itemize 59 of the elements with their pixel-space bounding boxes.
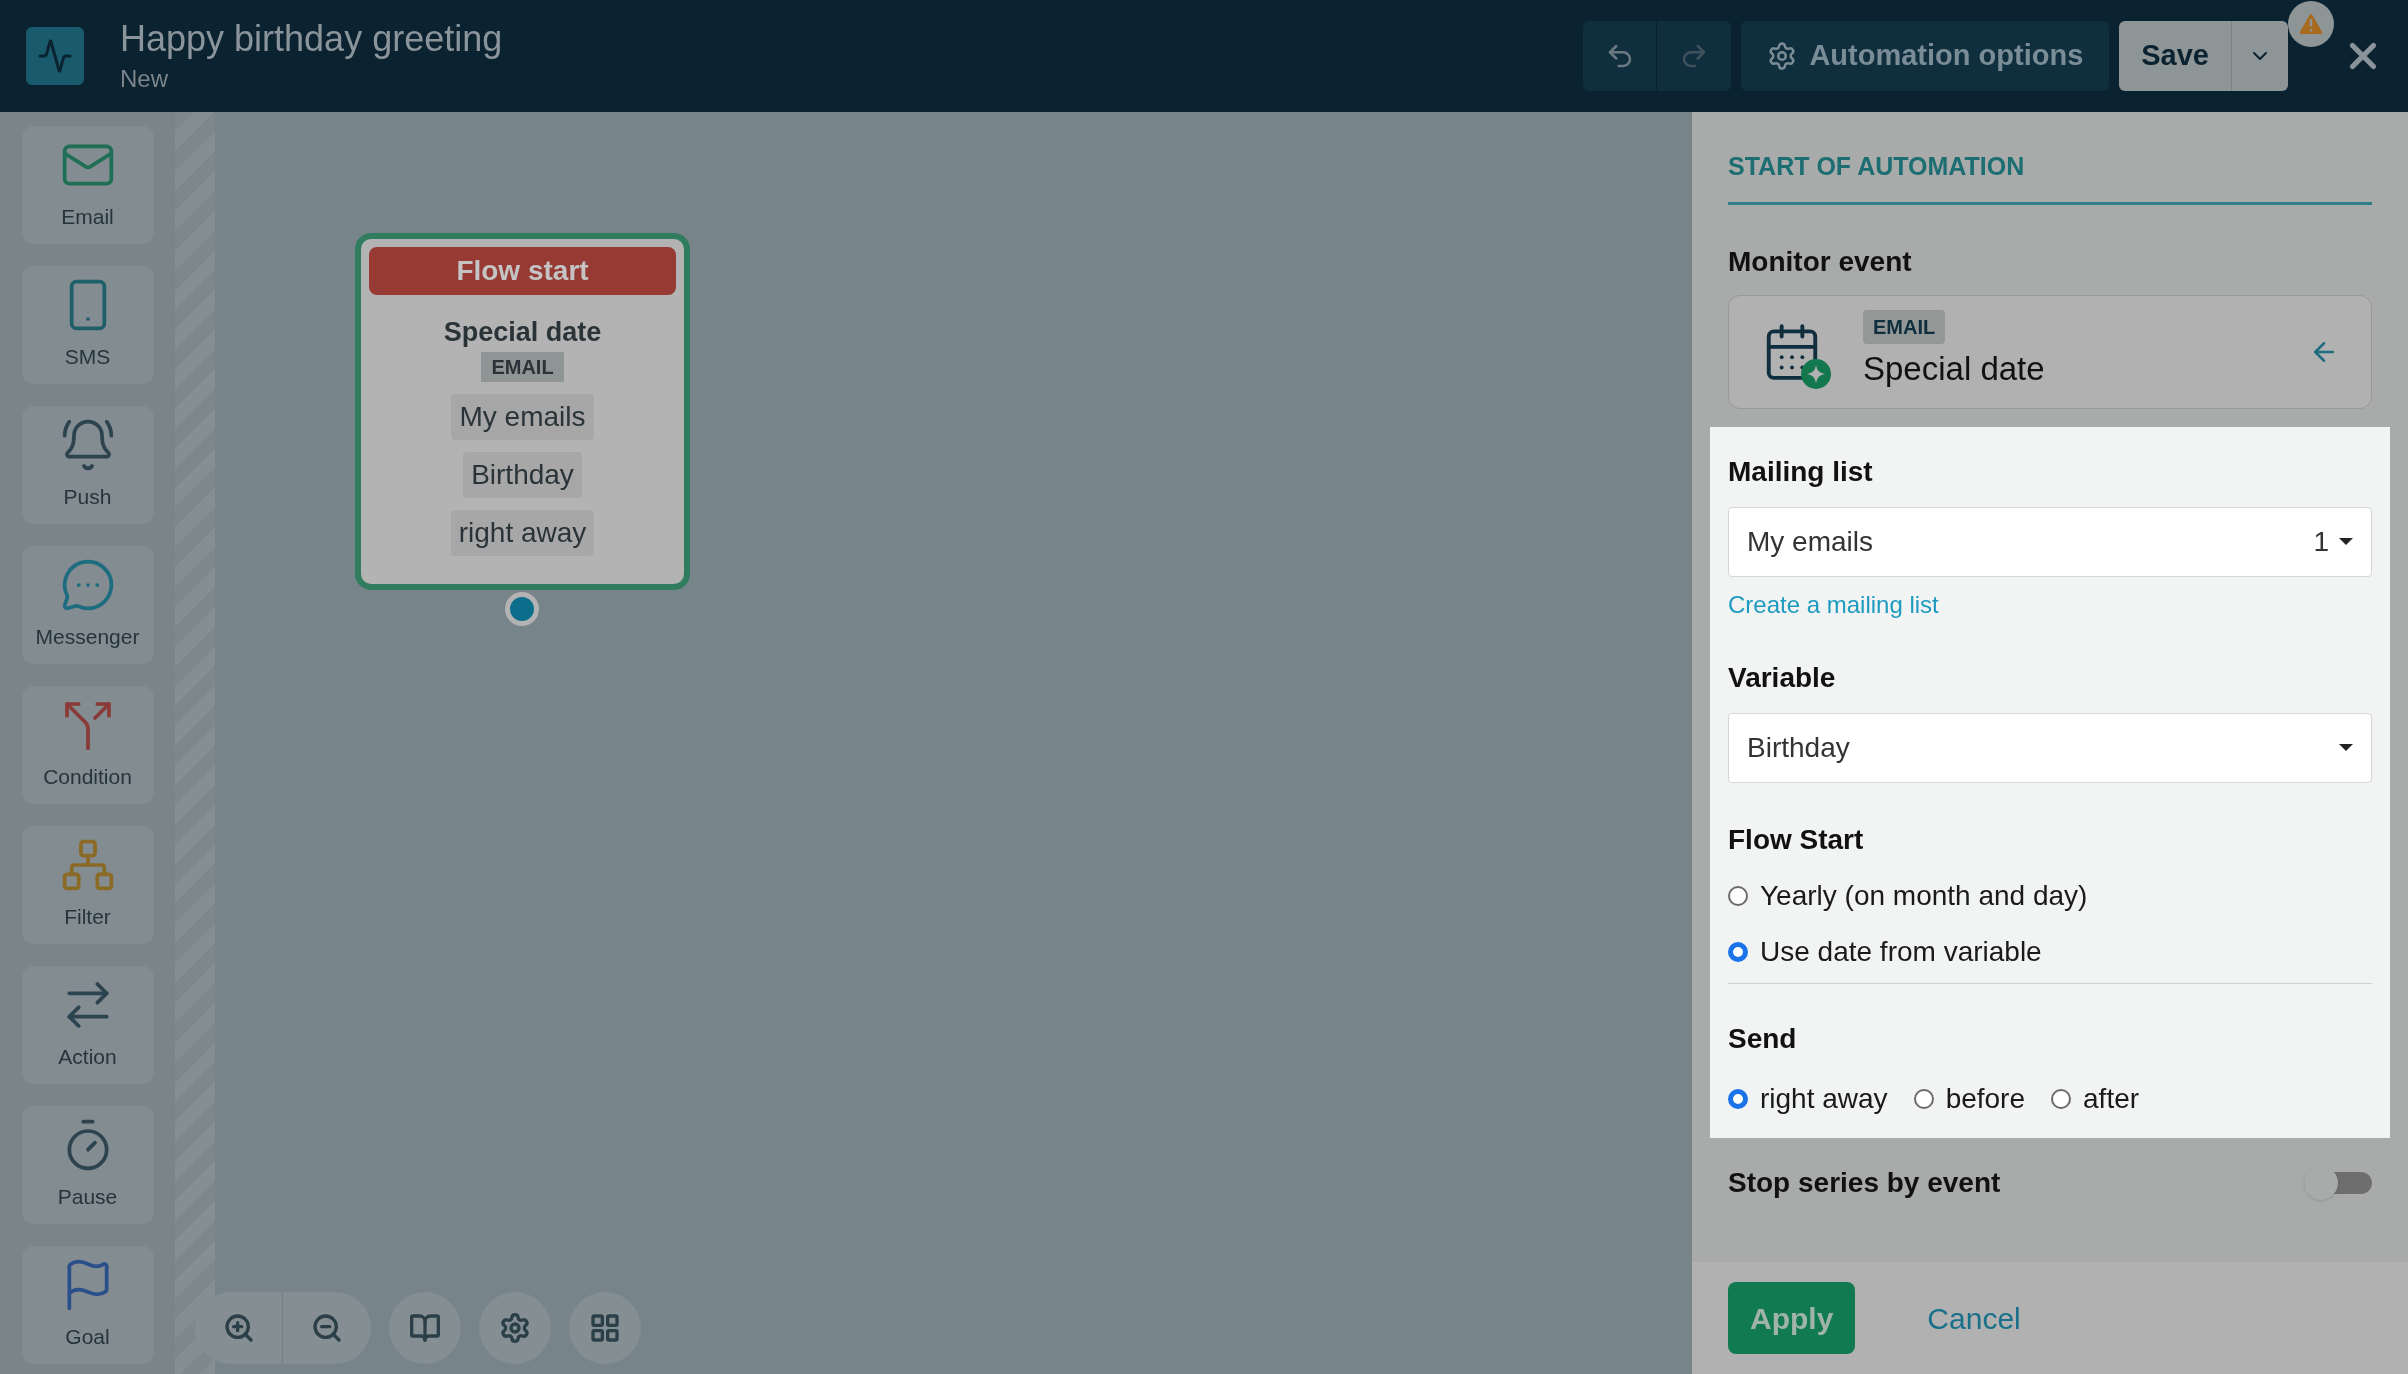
node-parameter: My emails — [451, 394, 594, 440]
window-title: Happy birthday greeting — [120, 16, 503, 61]
radio-button[interactable] — [1728, 941, 1748, 962]
palette-item[interactable]: Pause — [21, 1106, 154, 1224]
sparkle-badge-icon — [1801, 358, 1831, 389]
palette-item[interactable]: SMS — [21, 266, 154, 384]
radio-label: Yearly (on month and day) — [1760, 878, 2088, 913]
cancel-button[interactable]: Cancel — [1927, 1295, 2021, 1341]
radio-option[interactable]: right away — [1728, 1077, 1888, 1120]
mailing-list-dropdown[interactable]: My emails 1 — [1728, 506, 2372, 577]
logo-icon — [26, 27, 84, 85]
field-label: Mailing list — [1728, 454, 1874, 489]
event-card[interactable]: EMAIL Special date — [1728, 294, 2372, 409]
palette-item[interactable]: Filter — [21, 826, 154, 944]
palette-item[interactable]: Action — [21, 966, 154, 1084]
gear-icon — [1767, 41, 1798, 71]
radio-label: right away — [1760, 1081, 1888, 1116]
field-label: Stop series by event — [1728, 1165, 2001, 1200]
radio-option[interactable]: after — [2051, 1077, 2140, 1120]
radio-option[interactable]: Yearly (on month and day) — [1728, 874, 2372, 917]
event-name: Special date — [1863, 348, 2045, 389]
field-label: Flow Start — [1728, 822, 1865, 857]
grid-icon — [589, 1312, 621, 1344]
node-header: Flow start — [369, 247, 676, 295]
window-subtitle: New — [120, 63, 169, 94]
field-label: Monitor event — [1728, 244, 1913, 279]
radio-button[interactable] — [2051, 1088, 2072, 1109]
zoom-in-icon — [222, 1312, 255, 1344]
variable-dropdown[interactable]: Birthday — [1728, 712, 2372, 783]
radio-option[interactable]: before — [1913, 1077, 2026, 1120]
zoom-out-icon — [311, 1312, 343, 1344]
flow-node[interactable]: Flow start Special date EMAIL My emails Birthday right away — [355, 233, 690, 590]
create-mailing-list-link[interactable]: Create a mailing list — [1728, 586, 2372, 623]
field-label: Variable — [1728, 660, 1837, 695]
radio-button[interactable] — [1728, 885, 1748, 906]
node-event: Special date — [443, 319, 602, 346]
palette-item[interactable]: Push — [21, 406, 154, 524]
palette-item[interactable]: Goal — [21, 1246, 154, 1364]
settings-icon — [499, 1312, 531, 1344]
channel-badge: EMAIL — [481, 352, 564, 382]
toggle-switch[interactable] — [2304, 1165, 2372, 1200]
book-icon — [409, 1312, 441, 1344]
node-parameter: Birthday — [463, 452, 582, 498]
palette-item[interactable]: Email — [21, 126, 154, 244]
field-label: Send — [1728, 1021, 1798, 1056]
channel-badge: EMAIL — [1863, 309, 1946, 344]
radio-button[interactable] — [1913, 1088, 1934, 1109]
palette-item[interactable]: Condition — [21, 686, 154, 804]
apply-button[interactable]: Apply — [1728, 1282, 1856, 1354]
radio-label: before — [1945, 1081, 2026, 1116]
palette-item[interactable]: Messenger — [21, 546, 154, 664]
node-parameter: right away — [450, 510, 595, 556]
section-title: START OF AUTOMATION — [1728, 148, 2372, 205]
automation-options-button[interactable]: Automation options — [1741, 21, 2110, 91]
radio-button[interactable] — [1728, 1088, 1748, 1109]
output-port[interactable] — [505, 592, 539, 626]
radio-option[interactable]: Use date from variable — [1728, 930, 2372, 973]
radio-label: after — [2083, 1081, 2140, 1116]
radio-label: Use date from variable — [1760, 934, 2042, 969]
